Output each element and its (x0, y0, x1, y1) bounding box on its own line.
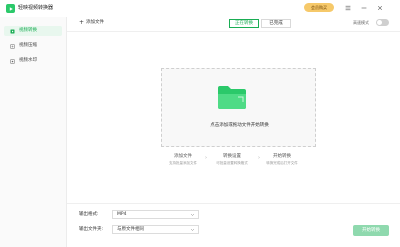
title-bar: 轻映视频转换器 会员购买 (0, 0, 400, 17)
plus-icon: + (79, 19, 85, 26)
watermark-icon (10, 58, 15, 64)
step-title: 开始转换 (273, 154, 291, 159)
app-title: 轻映视频转换器 (18, 5, 54, 11)
minimize-icon[interactable] (360, 4, 367, 11)
sidebar-item-video-watermark[interactable]: 视频水印 (4, 56, 62, 66)
steps-guide: 添加文件 支持批量添加文件 › 转换设置 可批量设置转换格式 › 开始转换 转换… (0, 154, 400, 180)
compress-icon (10, 43, 15, 49)
tab-converting[interactable]: 正在转换 (229, 19, 259, 28)
toggle-knob (377, 20, 382, 25)
menu-icon[interactable] (344, 4, 351, 11)
step-start-convert: 开始转换 转换完成后打开文件 (252, 154, 312, 166)
output-folder-select[interactable]: 与原文件相同 (112, 225, 199, 234)
sidebar-item-label: 视频压缩 (19, 43, 37, 48)
status-tabs: 正在转换 已完成 (229, 19, 291, 28)
output-format-select[interactable]: MP4 (112, 210, 199, 219)
high-speed-mode-label: 高速模式 (353, 20, 369, 25)
sidebar-item-label: 视频水印 (19, 58, 37, 63)
sidebar: 视频转换 视频压缩 视频水印 (0, 17, 67, 247)
drop-zone-text: 点击添加或拖动文件开始转换 (210, 123, 269, 128)
close-icon[interactable] (376, 4, 383, 11)
folder-icon (218, 86, 246, 109)
add-file-button[interactable]: + 添加文件 (79, 20, 104, 26)
start-convert-button[interactable]: 开始转换 (353, 225, 389, 236)
step-description: 转换完成后打开文件 (266, 161, 298, 165)
output-format-value: MP4 (117, 211, 127, 217)
sidebar-item-label: 视频转换 (19, 28, 37, 33)
output-folder-label: 输出文件夹: (79, 227, 104, 232)
output-format-label: 输出格式: (79, 212, 99, 217)
vip-purchase-button[interactable]: 会员购买 (304, 3, 334, 12)
app-window: 轻映视频转换器 会员购买 视频转换 视频压缩 视频水印 + 添加文件 正在转换 … (0, 0, 400, 247)
sidebar-item-video-compress[interactable]: 视频压缩 (4, 41, 62, 51)
add-file-label: 添加文件 (86, 20, 105, 25)
high-speed-mode-toggle[interactable] (376, 19, 389, 26)
chevron-down-icon (190, 212, 195, 217)
output-folder-value: 与原文件相同 (117, 226, 144, 232)
header-divider (67, 31, 400, 32)
video-convert-icon (10, 29, 15, 34)
tab-completed[interactable]: 已完成 (261, 19, 291, 28)
sidebar-item-video-convert[interactable]: 视频转换 (4, 26, 62, 36)
file-drop-zone[interactable]: 点击添加或拖动文件开始转换 (161, 68, 316, 147)
chevron-down-icon (190, 227, 195, 232)
app-logo-icon (6, 4, 15, 13)
